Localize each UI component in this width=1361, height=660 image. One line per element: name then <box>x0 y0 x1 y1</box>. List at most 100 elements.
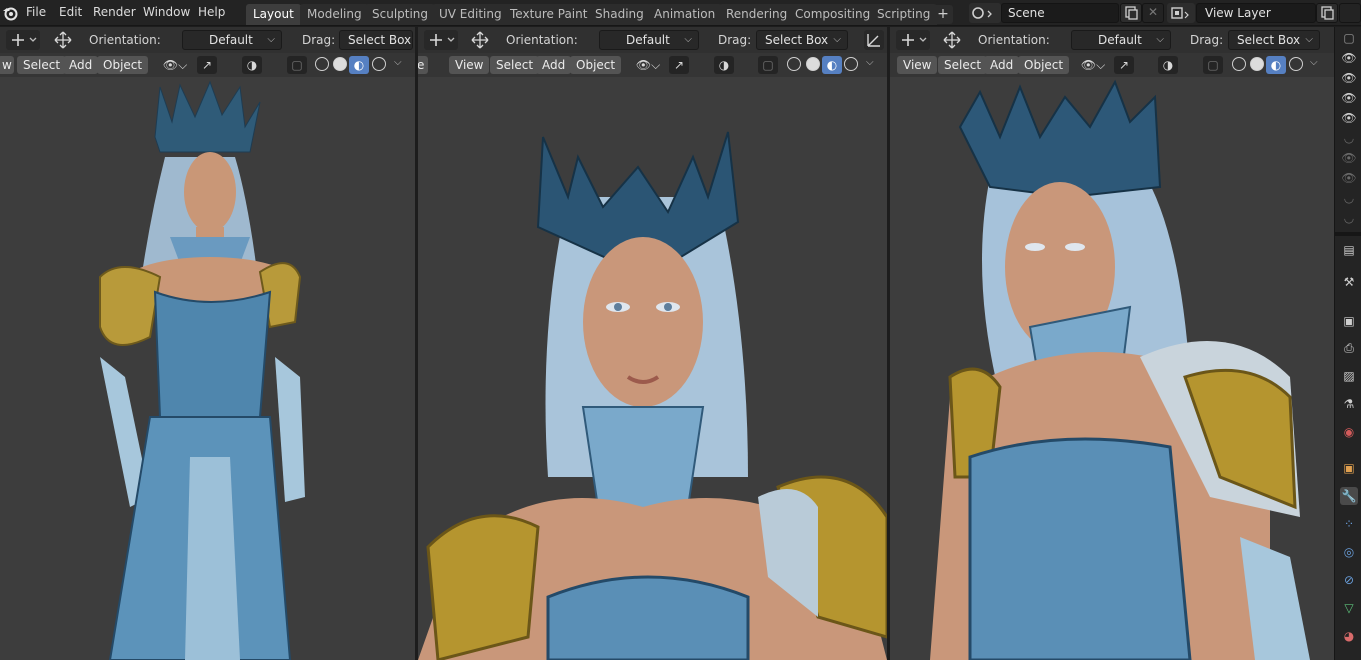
rendered-shading-icon[interactable] <box>372 57 386 71</box>
visibility-dropdown[interactable]: 👁⌵ <box>633 56 663 74</box>
menu-file[interactable]: File <box>26 5 46 19</box>
add-workspace-button[interactable]: + <box>933 5 953 24</box>
viewport-left[interactable]: Orientation: Default ⌵ Drag: Select Box w… <box>0 27 415 660</box>
menu-help[interactable]: Help <box>198 5 225 19</box>
view-layer-remove-button[interactable] <box>1339 3 1361 23</box>
eye-closed-icon[interactable]: ◡ <box>1340 209 1358 227</box>
render-properties-icon[interactable]: ▣ <box>1340 312 1358 330</box>
menu-render[interactable]: Render <box>93 5 136 19</box>
eye-icon[interactable]: 👁 <box>1340 109 1358 127</box>
transform-mode-button[interactable] <box>896 30 930 50</box>
solid-shading-icon[interactable] <box>806 57 820 71</box>
visibility-dropdown[interactable]: 👁⌵ <box>1078 56 1108 74</box>
transform-mode-button[interactable] <box>424 30 458 50</box>
tab-layout[interactable]: Layout <box>246 4 301 25</box>
overlay-toggle[interactable]: ◑ <box>714 56 734 74</box>
move-icon[interactable] <box>52 30 74 50</box>
scene-selector-button[interactable] <box>969 3 1001 23</box>
menu-view[interactable]: w <box>0 56 14 74</box>
menu-edit[interactable]: Edit <box>59 5 82 19</box>
snap-toggle[interactable] <box>864 30 884 50</box>
tab-scripting[interactable]: Scripting <box>870 4 938 25</box>
menu-object[interactable]: Object <box>97 56 149 74</box>
material-preview-icon[interactable]: ◐ <box>1266 56 1286 74</box>
drag-dropdown[interactable]: Select Box ⌵ <box>756 30 848 50</box>
viewport-center[interactable]: Orientation: Default ⌵ Drag: Select Box ⌵ … <box>418 27 887 660</box>
xray-toggle[interactable]: ▢ <box>1203 56 1223 74</box>
tab-sculpting[interactable]: Sculpting <box>365 4 436 25</box>
gizmo-toggle[interactable]: ↗ <box>197 56 217 74</box>
view-layer-copy-button[interactable] <box>1316 3 1338 23</box>
editor-type-icon[interactable]: ▤ <box>1340 241 1358 259</box>
collapse-icon[interactable]: ▢ <box>1340 29 1358 47</box>
menu-window[interactable]: Window <box>143 5 190 19</box>
menu-edit-truncated[interactable]: e <box>418 56 428 74</box>
drag-dropdown[interactable]: Select Box <box>339 30 413 50</box>
move-icon[interactable] <box>469 30 491 50</box>
transform-mode-button[interactable] <box>6 30 40 50</box>
physics-properties-icon[interactable]: ◎ <box>1340 543 1358 561</box>
world-properties-icon[interactable]: ◉ <box>1340 423 1358 441</box>
move-icon[interactable] <box>941 30 963 50</box>
orientation-dropdown[interactable]: Default ⌵ <box>182 30 282 50</box>
visibility-dropdown[interactable]: 👁⌵ <box>160 56 190 74</box>
wireframe-icon[interactable] <box>787 57 801 71</box>
modifier-properties-icon[interactable]: 🔧 <box>1340 487 1358 505</box>
eye-closed-icon[interactable]: ◡ <box>1340 189 1358 207</box>
rendered-shading-icon[interactable] <box>844 57 858 71</box>
menu-select[interactable]: Select <box>490 56 540 74</box>
tab-compositing[interactable]: Compositing <box>788 4 878 25</box>
tab-modeling[interactable]: Modeling <box>300 4 369 25</box>
orientation-dropdown[interactable]: Default ⌵ <box>599 30 699 50</box>
overlay-toggle[interactable]: ◑ <box>242 56 262 74</box>
overlay-toggle[interactable]: ◑ <box>1158 56 1178 74</box>
view-layer-field[interactable]: View Layer <box>1196 3 1316 23</box>
menu-add[interactable]: Add <box>536 56 572 74</box>
object-properties-icon[interactable]: ▣ <box>1340 459 1358 477</box>
tab-texture-paint[interactable]: Texture Paint <box>503 4 595 25</box>
menu-object[interactable]: Object <box>1018 56 1070 74</box>
chevron-down-icon[interactable]: ⌵ <box>866 57 874 68</box>
viewport-right[interactable]: Orientation: Default ⌵ Drag: Select Box ⌵ … <box>890 27 1334 660</box>
eye-icon[interactable]: 👁 <box>1340 169 1358 187</box>
data-properties-icon[interactable]: ▽ <box>1340 599 1358 617</box>
material-preview-icon[interactable]: ◐ <box>822 56 842 74</box>
wireframe-icon[interactable] <box>315 57 329 71</box>
menu-add[interactable]: Add <box>984 56 1020 74</box>
xray-toggle[interactable]: ▢ <box>758 56 778 74</box>
rendered-shading-icon[interactable] <box>1289 57 1303 71</box>
material-preview-icon[interactable]: ◐ <box>349 56 369 74</box>
tab-rendering[interactable]: Rendering <box>719 4 795 25</box>
menu-select[interactable]: Select <box>17 56 67 74</box>
view-layer-selector-button[interactable] <box>1167 3 1195 23</box>
chevron-down-icon[interactable]: ⌵ <box>1310 57 1318 68</box>
eye-icon[interactable]: 👁 <box>1340 149 1358 167</box>
eye-icon[interactable]: 👁 <box>1340 49 1358 67</box>
output-properties-icon[interactable]: ⎙ <box>1340 339 1358 357</box>
menu-select[interactable]: Select <box>938 56 988 74</box>
menu-view[interactable]: View <box>449 56 490 74</box>
tab-animation[interactable]: Animation <box>647 4 723 25</box>
menu-object[interactable]: Object <box>570 56 622 74</box>
solid-shading-icon[interactable] <box>1250 57 1264 71</box>
scene-remove-button[interactable]: ✕ <box>1142 3 1164 23</box>
material-properties-icon[interactable]: ◕ <box>1340 627 1358 645</box>
eye-icon[interactable]: 👁 <box>1340 69 1358 87</box>
menu-add[interactable]: Add <box>63 56 99 74</box>
scene-field[interactable]: Scene <box>1001 3 1119 23</box>
gizmo-toggle[interactable]: ↗ <box>1114 56 1134 74</box>
tab-uv-editing[interactable]: UV Editing <box>432 4 509 25</box>
scene-properties-icon[interactable]: ⚗ <box>1340 395 1358 413</box>
menu-view[interactable]: View <box>897 56 938 74</box>
orientation-dropdown[interactable]: Default ⌵ <box>1071 30 1171 50</box>
gizmo-toggle[interactable]: ↗ <box>669 56 689 74</box>
eye-closed-icon[interactable]: ◡ <box>1340 129 1358 147</box>
blender-logo-icon[interactable] <box>2 5 18 21</box>
drag-dropdown[interactable]: Select Box ⌵ <box>1228 30 1320 50</box>
wireframe-icon[interactable] <box>1232 57 1246 71</box>
scene-copy-button[interactable] <box>1120 3 1142 23</box>
view-layer-properties-icon[interactable]: ▨ <box>1340 367 1358 385</box>
eye-icon[interactable]: 👁 <box>1340 89 1358 107</box>
constraints-properties-icon[interactable]: ⊘ <box>1340 571 1358 589</box>
chevron-down-icon[interactable]: ⌵ <box>394 57 402 68</box>
